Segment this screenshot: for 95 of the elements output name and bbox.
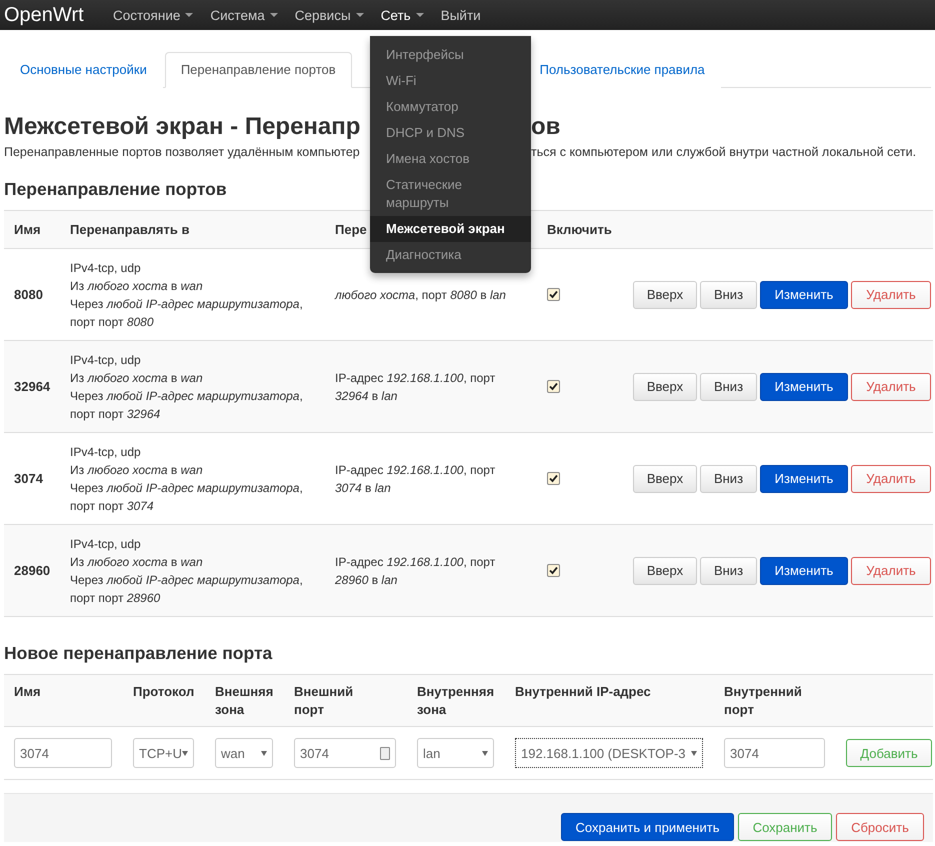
caret-icon bbox=[416, 13, 424, 17]
checkbox[interactable] bbox=[547, 472, 560, 485]
row-button[interactable]: Вверх bbox=[633, 372, 697, 400]
rule-text: порт порт 3074 bbox=[70, 498, 155, 514]
table-cell-text: 3074 bbox=[14, 471, 44, 486]
caret-icon bbox=[261, 750, 267, 756]
caret-icon bbox=[691, 750, 697, 756]
column-header: Внешняя зона bbox=[215, 683, 274, 719]
rule-text: Из любого хоста в wan bbox=[70, 462, 204, 478]
table-cell-text: 32964 bbox=[14, 379, 52, 394]
text-field[interactable]: 3074 bbox=[724, 738, 825, 768]
column-header: Перенаправлять в bbox=[70, 222, 190, 237]
rule-text: 3074 в lan bbox=[335, 480, 392, 496]
column-header: Имя bbox=[14, 222, 41, 237]
rule-text: Через любой IP-адрес маршрутизатора, bbox=[70, 572, 304, 588]
description-text: Перенаправленные портов позволяет удалённым компьютер bbox=[4, 145, 360, 159]
caret-icon bbox=[482, 750, 488, 756]
row-button[interactable]: Вниз bbox=[700, 372, 757, 400]
menu-item[interactable]: Статические маршруты bbox=[370, 172, 531, 216]
caret-icon bbox=[356, 13, 364, 17]
footer-button[interactable]: Сбросить bbox=[836, 813, 924, 841]
select-field[interactable]: lan bbox=[417, 738, 494, 768]
row-button[interactable]: Вниз bbox=[700, 556, 757, 584]
caret-icon bbox=[270, 13, 278, 17]
row-button[interactable]: Вниз bbox=[700, 280, 757, 308]
brand-logo[interactable]: OpenWrt bbox=[4, 4, 113, 26]
table-cell-text: 8080 bbox=[14, 287, 44, 302]
nav-menu-item[interactable]: Сервисы bbox=[294, 8, 381, 22]
section-title: Новое перенаправление порта bbox=[4, 643, 272, 664]
tab[interactable]: Перенаправление портов bbox=[164, 52, 352, 88]
column-header: Имя bbox=[14, 683, 41, 701]
row-button[interactable]: Вверх bbox=[633, 464, 697, 492]
rule-text: 28960 в lan bbox=[335, 572, 398, 588]
rule-text: 32964 в lan bbox=[335, 388, 398, 404]
page-title: Межсетевой экран - Перенапр bbox=[4, 113, 360, 141]
row-button[interactable]: Удалить bbox=[851, 372, 931, 400]
rule-text: IPv4-tcp, udp bbox=[70, 536, 142, 552]
footer-button[interactable]: Сохранить и применить bbox=[561, 813, 734, 841]
row-button[interactable]: Вниз bbox=[700, 464, 757, 492]
rule-text: Через любой IP-адрес маршрутизатора, bbox=[70, 388, 304, 404]
rule-text: порт порт 32964 bbox=[70, 406, 162, 422]
rule-text: Через любой IP-адрес маршрутизатора, bbox=[70, 296, 304, 312]
rule-text: Через любой IP-адрес маршрутизатора, bbox=[70, 480, 304, 496]
nav-menu-item[interactable]: Выйти bbox=[440, 8, 498, 22]
column-header: Пере bbox=[335, 222, 367, 237]
column-header: Внутренний IP-адрес bbox=[515, 683, 651, 701]
menu-item[interactable]: Межсетевой экран bbox=[370, 216, 531, 242]
column-header: Внутренний порт bbox=[724, 683, 803, 719]
rule-text: IPv4-tcp, udp bbox=[70, 260, 142, 276]
row-button[interactable]: Вверх bbox=[633, 280, 697, 308]
spinner-icon bbox=[380, 746, 390, 760]
nav-menu-item[interactable]: Состояние bbox=[113, 8, 210, 22]
menu-item[interactable]: Диагностика bbox=[370, 242, 531, 268]
row-button[interactable]: Изменить bbox=[760, 280, 848, 308]
row-button[interactable]: Удалить bbox=[851, 464, 931, 492]
row-button[interactable]: Удалить bbox=[851, 280, 931, 308]
rule-text: любого хоста, порт 8080 в lan bbox=[335, 286, 507, 304]
checkbox[interactable] bbox=[547, 564, 560, 577]
rule-text: IPv4-tcp, udp bbox=[70, 352, 142, 368]
text-field[interactable]: 3074 bbox=[14, 738, 112, 768]
column-header: Внутренняя зона bbox=[417, 683, 496, 719]
section-title: Перенаправление портов bbox=[4, 179, 227, 200]
rule-text: Из любого хоста в wan bbox=[70, 278, 204, 294]
menu-item[interactable]: Коммутатор bbox=[370, 94, 531, 120]
rule-text: порт порт 8080 bbox=[70, 314, 155, 330]
menu-item[interactable]: DHCP и DNS bbox=[370, 120, 531, 146]
rule-text: Из любого хоста в wan bbox=[70, 554, 204, 570]
description-text: ться с компьютером или службой внутри частной локальной сети. bbox=[531, 145, 916, 159]
rule-text: IP-адрес 192.168.1.100, порт bbox=[335, 554, 496, 570]
nav-menu-item[interactable]: Сеть bbox=[380, 8, 441, 22]
row-button[interactable]: Изменить bbox=[760, 556, 848, 584]
row-button[interactable]: Изменить bbox=[760, 372, 848, 400]
caret-icon bbox=[185, 13, 194, 17]
column-header: Внешний порт bbox=[294, 683, 354, 719]
column-header: Включить bbox=[547, 222, 612, 237]
page-title: ов bbox=[531, 113, 560, 141]
rule-text: IPv4-tcp, udp bbox=[70, 444, 142, 460]
rule-text: порт порт 28960 bbox=[70, 590, 162, 606]
checkbox[interactable] bbox=[547, 380, 560, 393]
row-button[interactable]: Удалить bbox=[851, 556, 931, 584]
row-button[interactable]: Изменить bbox=[760, 464, 848, 492]
rule-text: Из любого хоста в wan bbox=[70, 370, 204, 386]
rule-text: IP-адрес 192.168.1.100, порт bbox=[335, 370, 496, 386]
row-button[interactable]: Вверх bbox=[633, 556, 697, 584]
select-field[interactable]: 192.168.1.100 (DESKTOP-3 bbox=[515, 738, 703, 768]
nav-menu-item[interactable]: Система bbox=[210, 8, 295, 22]
caret-icon bbox=[182, 750, 188, 756]
number-field[interactable]: 3074 bbox=[294, 738, 396, 768]
select-field[interactable]: TCP+U bbox=[133, 738, 194, 768]
menu-item[interactable]: Имена хостов bbox=[370, 146, 531, 172]
column-header: Протокол bbox=[133, 683, 194, 701]
select-field[interactable]: wan bbox=[215, 738, 273, 768]
checkbox[interactable] bbox=[547, 288, 560, 301]
rule-text: IP-адрес 192.168.1.100, порт bbox=[335, 462, 496, 478]
table-cell-text: 28960 bbox=[14, 563, 52, 578]
